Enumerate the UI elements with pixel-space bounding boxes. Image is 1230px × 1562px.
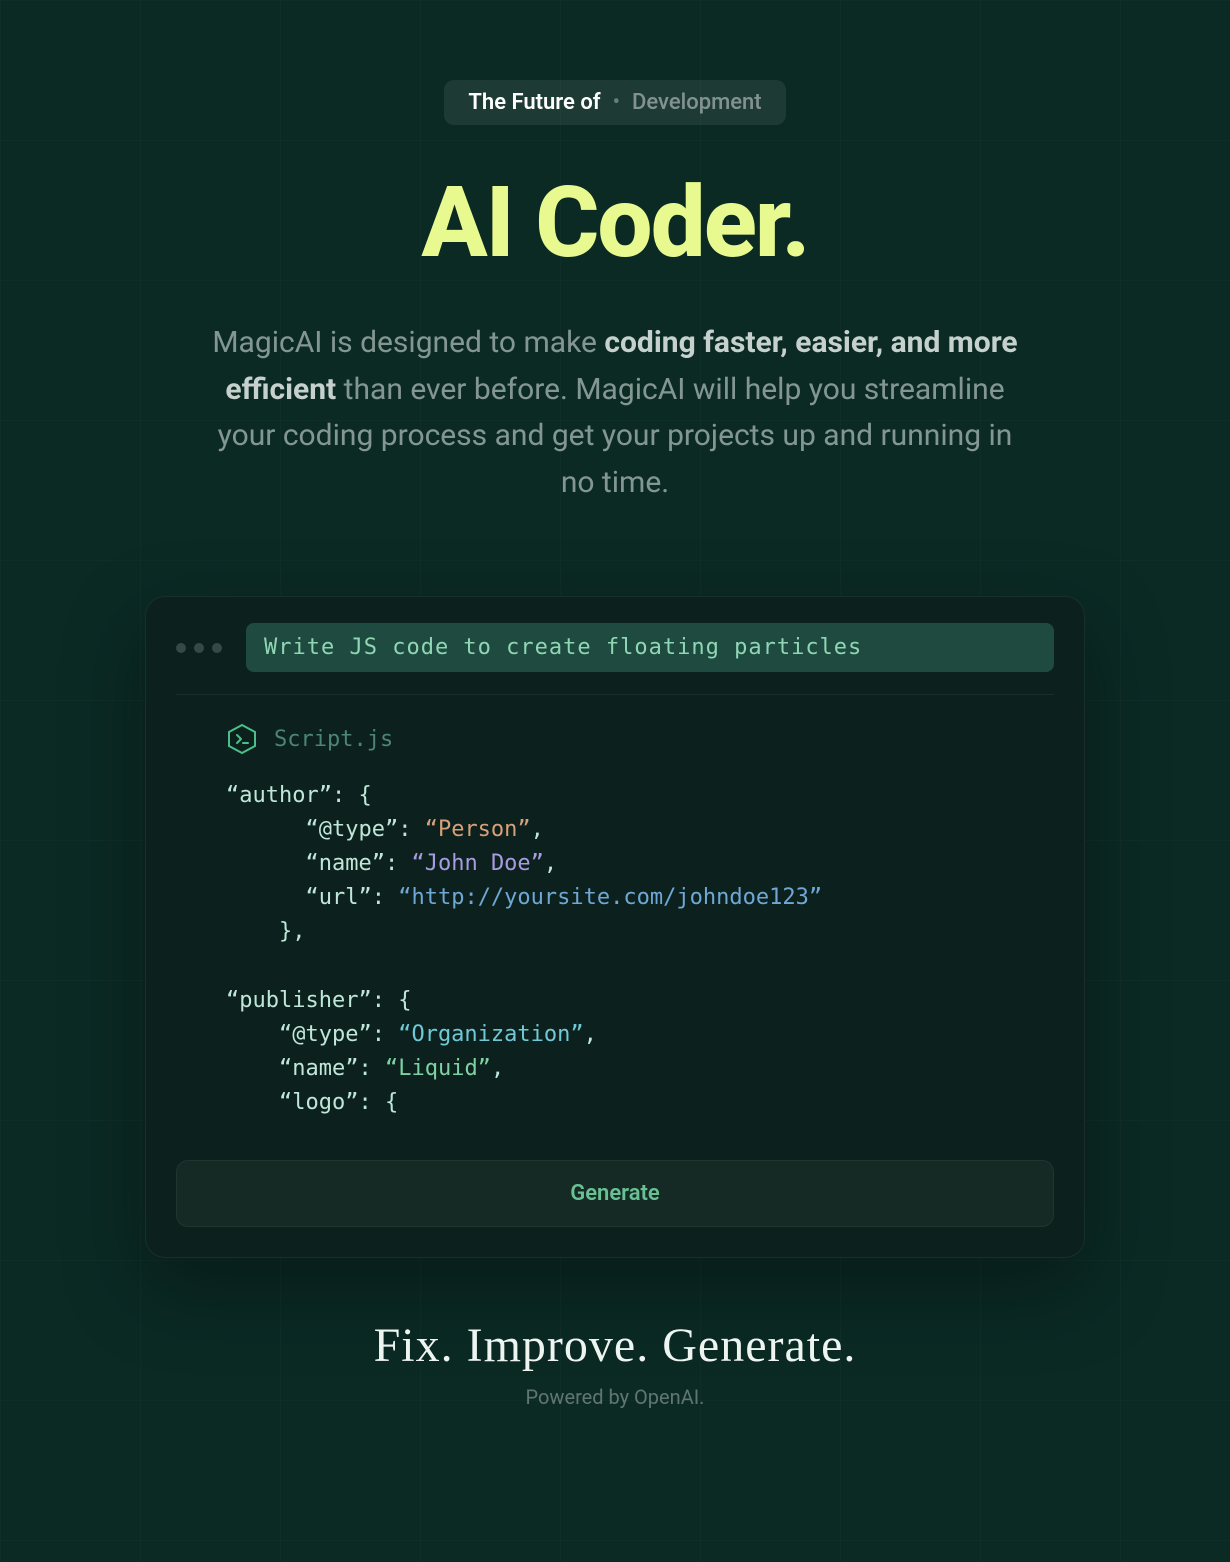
- dot-separator: •: [613, 90, 620, 115]
- pill-prefix: The Future of: [468, 90, 600, 115]
- tagline: Fix. Improve. Generate.: [374, 1318, 857, 1373]
- generate-button[interactable]: Generate: [176, 1160, 1054, 1227]
- context-pill: The Future of • Development: [444, 80, 785, 125]
- code-editor-card: Write JS code to create floating particl…: [145, 596, 1085, 1258]
- traffic-dot: [194, 643, 204, 653]
- lead-pre: MagicAI is designed to make: [212, 325, 604, 360]
- terminal-hex-icon: [226, 723, 258, 755]
- powered-by: Powered by OpenAI.: [526, 1385, 705, 1409]
- file-header: Script.js: [176, 723, 1054, 755]
- lead-post: than ever before. MagicAI will help you …: [218, 372, 1013, 500]
- traffic-dot: [212, 643, 222, 653]
- traffic-dot: [176, 643, 186, 653]
- prompt-input[interactable]: Write JS code to create floating particl…: [246, 623, 1054, 672]
- file-name: Script.js: [274, 727, 393, 752]
- editor-header: Write JS code to create floating particl…: [176, 623, 1054, 695]
- code-block: “author”: { “@type”: “Person”, “name”: “…: [176, 779, 1054, 1120]
- window-traffic-lights: [176, 643, 222, 653]
- lead-paragraph: MagicAI is designed to make coding faste…: [205, 320, 1025, 506]
- hero-title: AI Coder.: [421, 165, 808, 280]
- pill-suffix: Development: [632, 90, 762, 115]
